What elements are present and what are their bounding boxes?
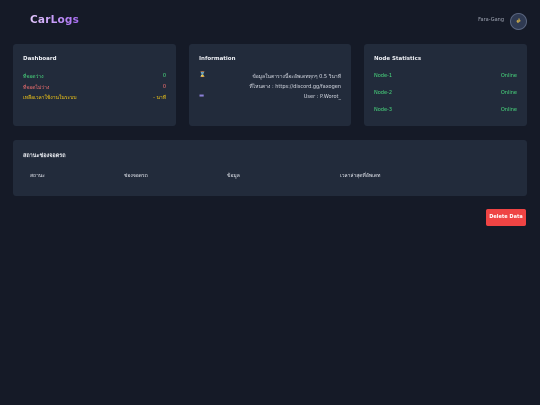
column-header-status: สถานะ — [30, 173, 45, 179]
node-status: Online — [500, 90, 517, 96]
info-row-user: ▬ User : P.Worot_ — [199, 93, 341, 102]
node-status: Online — [500, 73, 517, 79]
dashboard-card: Dashboard ที่จอดว่าง 0 ที่จอดไม่ว่าง 0 เ… — [13, 44, 176, 126]
app-logo[interactable]: CarLogs — [30, 14, 79, 26]
parking-status-title: สถานะช่องจอดรถ — [23, 153, 66, 159]
dashboard-title: Dashboard — [23, 56, 57, 62]
node-status: Online — [500, 107, 517, 113]
node-statistics-title: Node Statistics — [374, 56, 422, 62]
dashboard-row-occupied: ที่จอดไม่ว่าง 0 — [23, 84, 166, 92]
info-row-text: User : P.Worot_ — [303, 94, 341, 100]
node-row: Node-1 Online — [374, 73, 517, 81]
top-bar: CarLogs Fara-Gang # — [0, 0, 540, 42]
info-row-text[interactable]: ที่ไหนตาง : https://discord.gg/faxogen — [249, 83, 341, 91]
info-row-text: ข้อมูลในตารางนี้จะอัพเดททุกๆ 0.5 วินาที — [252, 74, 341, 80]
node-name: Node-2 — [374, 90, 393, 96]
info-row-refresh: ⌛ ข้อมูลในตารางนี้จะอัพเดททุกๆ 0.5 วินาท… — [199, 72, 341, 81]
user-icon: ▬ — [199, 93, 205, 99]
node-name: Node-3 — [374, 107, 393, 113]
node-statistics-card: Node Statistics Node-1 Online Node-2 Onl… — [364, 44, 527, 126]
column-header-slot: ช่องจอดรถ — [124, 173, 148, 179]
user-avatar[interactable]: # — [510, 13, 527, 30]
column-header-updated: เวลาล่าสุดที่อัพเดท — [340, 173, 381, 179]
dashboard-row-time-left: เหลือเวลาใช้งานในระบบ - นาที — [23, 94, 166, 102]
dashboard-row-available: ที่จอดว่าง 0 — [23, 73, 166, 81]
user-name: Fara-Gang — [478, 17, 504, 23]
parking-status-card: สถานะช่องจอดรถ สถานะ ช่องจอดรถ ข้อมูล เว… — [13, 140, 527, 196]
dashboard-row-value: 0 — [162, 84, 166, 90]
dashboard-row-label: ที่จอดว่าง — [23, 74, 44, 80]
info-row-discord: ที่ไหนตาง : https://discord.gg/faxogen — [199, 83, 341, 91]
dashboard-row-value: - นาที — [153, 95, 166, 101]
column-header-info: ข้อมูล — [227, 173, 240, 179]
node-row: Node-2 Online — [374, 90, 517, 98]
node-row: Node-3 Online — [374, 107, 517, 115]
dashboard-row-label: เหลือเวลาใช้งานในระบบ — [23, 95, 77, 101]
dashboard-row-label: ที่จอดไม่ว่าง — [23, 85, 50, 91]
information-title: Information — [199, 56, 236, 62]
node-name: Node-1 — [374, 73, 393, 79]
hourglass-icon: ⌛ — [199, 72, 206, 78]
information-card: Information ⌛ ข้อมูลในตารางนี้จะอัพเดททุ… — [189, 44, 351, 126]
dashboard-row-value: 0 — [162, 73, 166, 79]
delete-data-button[interactable]: Delete Data — [486, 209, 526, 226]
